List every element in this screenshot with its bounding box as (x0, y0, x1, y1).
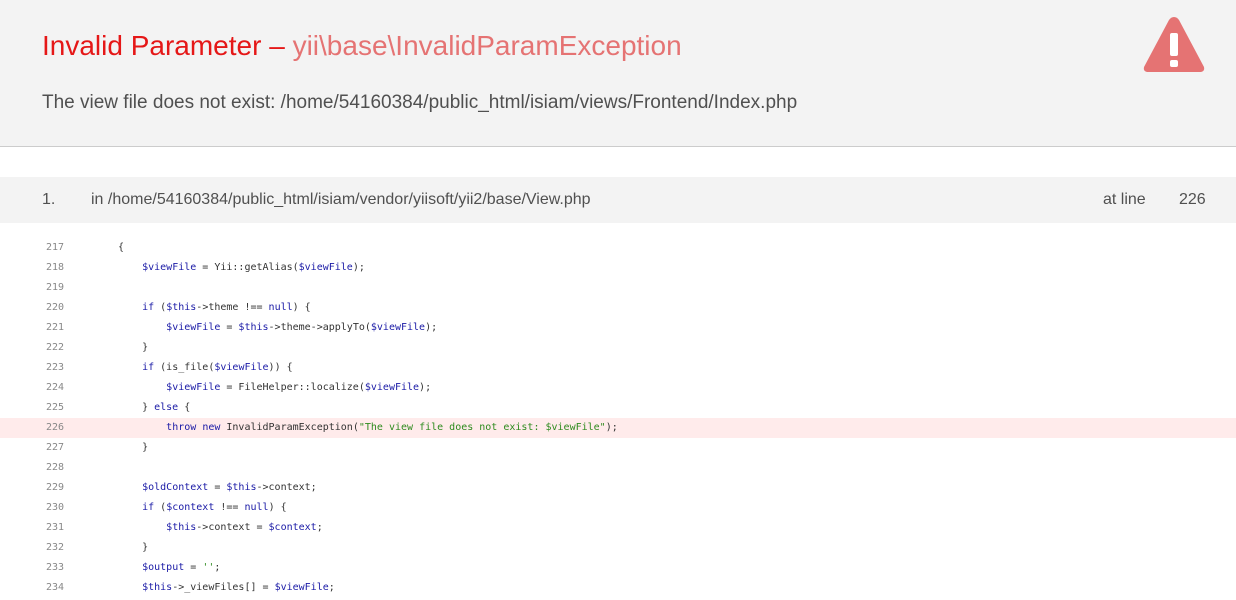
exception-class: yii\base\InvalidParamException (292, 30, 682, 61)
code-line: 219 (0, 278, 1236, 298)
code-line: 222 } (0, 338, 1236, 358)
code-line: 223 if (is_file($viewFile)) { (0, 358, 1236, 378)
call-stack-line: 226 (1179, 191, 1206, 208)
code-line: 221 $viewFile = $this->theme->applyTo($v… (0, 318, 1236, 338)
line-source: $output = ''; (142, 562, 221, 573)
line-number: 228 (46, 462, 65, 473)
code-line: 224 $viewFile = FileHelper::localize($vi… (0, 378, 1236, 398)
line-number: 218 (46, 262, 65, 273)
line-number: 234 (46, 582, 65, 593)
line-source: } (118, 542, 149, 553)
line-source: } (118, 442, 149, 453)
error-name: Invalid Parameter (42, 30, 262, 61)
line-number: 230 (46, 502, 65, 513)
code-line: 225 } else { (0, 398, 1236, 418)
code-line: 234 $this->_viewFiles[] = $viewFile; (0, 578, 1236, 598)
line-source: } (118, 342, 149, 353)
error-header: Invalid Parameter – yii\base\InvalidPara… (0, 0, 1236, 147)
code-snippet: 217 {218 $viewFile = Yii::getAlias($viewF… (0, 238, 1236, 598)
code-line: 229 $oldContext = $this->context; (0, 478, 1236, 498)
call-stack-number: 1. (42, 191, 56, 208)
line-number: 225 (46, 402, 65, 413)
line-number: 226 (46, 422, 65, 433)
code-line: 233 $output = ''; (0, 558, 1236, 578)
line-number: 217 (46, 242, 65, 253)
line-number: 229 (46, 482, 65, 493)
line-source: $oldContext = $this->context; (142, 482, 317, 493)
line-number: 221 (46, 322, 65, 333)
line-source: $this->_viewFiles[] = $viewFile; (142, 582, 335, 593)
call-stack-item[interactable]: 1. in /home/54160384/public_html/isiam/v… (0, 177, 1236, 223)
line-source: if ($context !== null) { (142, 502, 287, 513)
at-line-label: at line (1103, 191, 1146, 208)
code-line: 220 if ($this->theme !== null) { (0, 298, 1236, 318)
line-number: 222 (46, 342, 65, 353)
code-line: 232 } (0, 538, 1236, 558)
line-number: 227 (46, 442, 65, 453)
title-separator: – (261, 30, 293, 61)
code-line: 218 $viewFile = Yii::getAlias($viewFile)… (0, 258, 1236, 278)
line-source: throw new InvalidParamException("The vie… (166, 422, 618, 433)
line-source: if (is_file($viewFile)) { (142, 362, 293, 373)
line-source: $viewFile = FileHelper::localize($viewFi… (166, 382, 432, 393)
code-line: 228 (0, 458, 1236, 478)
code-line: 231 $this->context = $context; (0, 518, 1236, 538)
error-title: Invalid Parameter – yii\base\InvalidPara… (42, 30, 682, 62)
call-stack-file: in /home/54160384/public_html/isiam/vend… (91, 191, 591, 208)
warning-triangle-icon (1143, 17, 1205, 72)
line-number: 233 (46, 562, 65, 573)
line-number: 220 (46, 302, 65, 313)
line-number: 223 (46, 362, 65, 373)
line-source: } else { (118, 402, 191, 413)
error-message: The view file does not exist: /home/5416… (42, 92, 798, 113)
code-line: 230 if ($context !== null) { (0, 498, 1236, 518)
line-number: 232 (46, 542, 65, 553)
line-source: $this->context = $context; (166, 522, 323, 533)
line-source: $viewFile = $this->theme->applyTo($viewF… (166, 322, 438, 333)
line-source: { (118, 242, 125, 253)
line-number: 219 (46, 282, 65, 293)
line-number: 224 (46, 382, 65, 393)
code-line: 227 } (0, 438, 1236, 458)
line-number: 231 (46, 522, 65, 533)
code-line-error: 226 throw new InvalidParamException("The… (0, 418, 1236, 438)
line-source: if ($this->theme !== null) { (142, 302, 311, 313)
code-line: 217 { (0, 238, 1236, 258)
line-source: $viewFile = Yii::getAlias($viewFile); (142, 262, 365, 273)
